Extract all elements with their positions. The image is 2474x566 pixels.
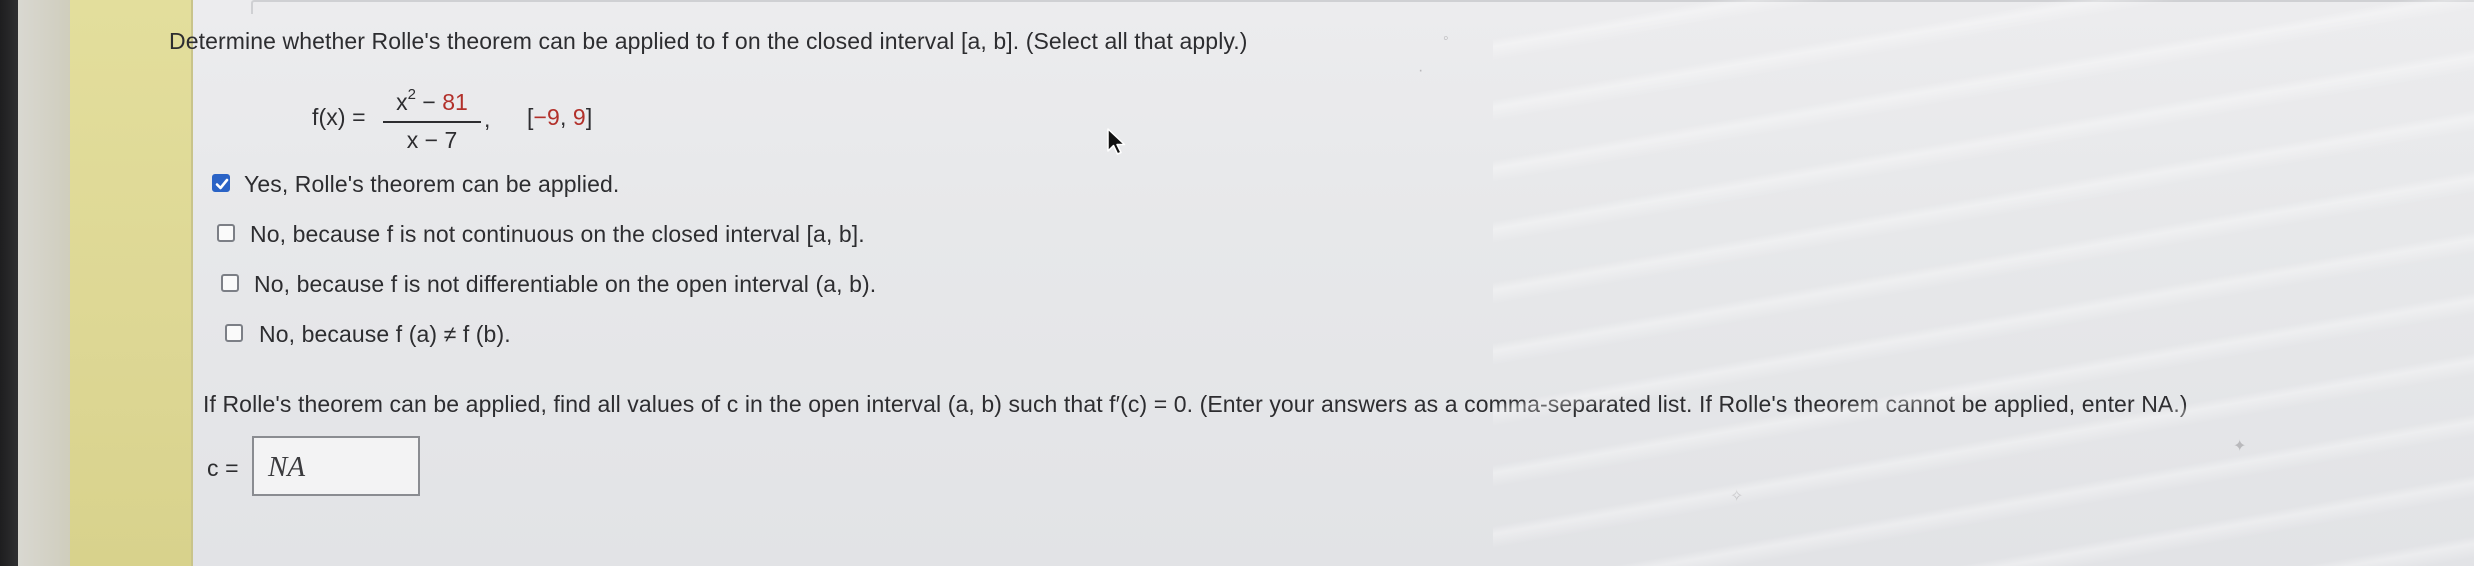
option-not-continuous-label: No, because f is not continuous on the c… [250,221,865,247]
numerator-exponent: 2 [407,86,417,103]
fraction-denominator: x − 7 [406,127,458,153]
function-interval: [−9, 9] [527,104,592,131]
function-comma: , [484,106,491,132]
function-lhs: f(x) = [312,104,366,130]
option-endpoints-unequal-checkbox[interactable] [225,324,243,342]
option-endpoints-unequal-label: No, because f (a) ≠ f (b). [259,321,511,347]
option-yes-checkbox[interactable] [212,174,230,192]
arrow-cursor-icon [1106,127,1128,162]
option-not-continuous-checkbox[interactable] [217,224,235,242]
option-yes-label: Yes, Rolle's theorem can be applied. [244,171,620,197]
screen: Determine whether Rolle's theorem can be… [0,0,2474,566]
fraction-numerator: x2 − 81 [383,86,481,119]
numerator-operator: − [416,89,443,115]
question-prompt: Determine whether Rolle's theorem can be… [169,28,1248,55]
checkmark-icon [215,178,229,190]
interval-b: 9 [572,104,586,130]
numerator-x: x [396,89,408,115]
answer-input[interactable]: NA [252,436,420,496]
screen-bezel [0,0,18,566]
answer-label: c = [207,455,239,481]
panel-top-border [251,0,2474,14]
answer-value: NA [268,451,306,483]
screen-speck: ✧ [1730,488,1744,505]
option-not-differentiable-label: No, because f is not differentiable on t… [254,271,877,297]
followup-prompt: If Rolle's theorem can be applied, find … [203,391,2188,417]
numerator-constant: 81 [442,89,468,115]
interval-close: ] [585,104,593,130]
screen-speck: · [1418,62,1424,79]
interval-separator: , [559,104,573,130]
fraction-bar [383,121,481,123]
screen-speck: ✦ [2233,438,2247,455]
prompt-text: Determine whether Rolle's theorem can be… [169,28,1248,54]
interval-a: −9 [533,104,560,130]
question-panel: Determine whether Rolle's theorem can be… [169,0,2474,566]
function-fraction: x2 − 81 x − 7 [383,86,481,154]
question-margin-stripe [18,0,193,566]
screen-speck: ◦ [1443,30,1449,47]
option-not-differentiable-checkbox[interactable] [221,274,239,292]
